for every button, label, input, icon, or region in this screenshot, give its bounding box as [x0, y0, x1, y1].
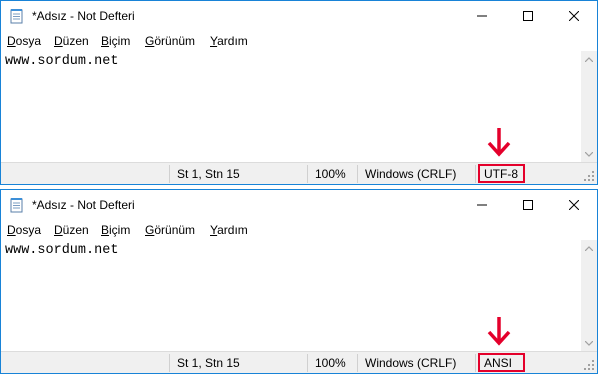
line-ending: Windows (CRLF)	[365, 356, 457, 370]
minimize-icon	[477, 204, 487, 206]
menu-label: ardım	[217, 223, 248, 237]
menu-accel: D	[7, 34, 16, 48]
status-separator	[475, 354, 476, 372]
minimize-button[interactable]	[459, 1, 505, 31]
menu-dosya[interactable]: Dosya	[7, 223, 41, 237]
red-down-arrow-icon	[487, 316, 511, 346]
maximize-icon	[523, 200, 533, 210]
menu-accel: D	[54, 223, 63, 237]
status-separator	[307, 354, 308, 372]
menu-label: osya	[15, 34, 42, 48]
minimize-icon	[477, 15, 487, 17]
menu-accel: G	[145, 223, 155, 237]
menu-bar: Dosya Düzen Biçim Görünüm Yardım	[1, 221, 597, 240]
encoding-label: ANSI	[484, 356, 513, 370]
status-separator	[357, 165, 358, 183]
scroll-down-icon[interactable]	[581, 146, 597, 162]
menu-accel: D	[54, 34, 63, 48]
maximize-icon	[523, 11, 533, 21]
line-ending: Windows (CRLF)	[365, 167, 457, 181]
close-button[interactable]	[551, 1, 597, 31]
window-title: *Adsız - Not Defteri	[32, 9, 135, 23]
encoding-label: UTF-8	[484, 167, 518, 181]
scroll-down-icon[interactable]	[581, 335, 597, 351]
status-separator	[357, 354, 358, 372]
maximize-button[interactable]	[505, 1, 551, 31]
title-bar[interactable]: *Adsız - Not Defteri	[1, 190, 597, 220]
zoom-level: 100%	[315, 356, 346, 370]
title-bar[interactable]: *Adsız - Not Defteri	[1, 1, 597, 31]
status-bar: St 1, Stn 15 100% Windows (CRLF) ANSI	[1, 351, 597, 373]
menu-label: üzen	[62, 223, 89, 237]
minimize-button[interactable]	[459, 190, 505, 220]
menu-label: ardım	[217, 34, 248, 48]
notepad-window-utf8: *Adsız - Not Defteri Dosya Düzen Biçim G…	[0, 0, 598, 185]
scroll-up-icon[interactable]	[581, 51, 597, 67]
maximize-button[interactable]	[505, 190, 551, 220]
notepad-icon	[9, 197, 25, 213]
menu-accel: B	[101, 223, 110, 237]
menu-label: osya	[15, 223, 42, 237]
status-separator	[307, 165, 308, 183]
close-button[interactable]	[551, 190, 597, 220]
menu-label: içim	[109, 223, 131, 237]
vertical-scrollbar[interactable]	[581, 51, 597, 162]
menu-label: üzen	[62, 34, 89, 48]
menu-duzen[interactable]: Düzen	[54, 223, 89, 237]
menu-accel: B	[101, 34, 110, 48]
status-separator	[169, 354, 170, 372]
menu-dosya[interactable]: Dosya	[7, 34, 41, 48]
menu-bicim[interactable]: Biçim	[101, 34, 130, 48]
status-separator	[169, 165, 170, 183]
red-down-arrow-icon	[487, 127, 511, 157]
menu-duzen[interactable]: Düzen	[54, 34, 89, 48]
vertical-scrollbar[interactable]	[581, 240, 597, 351]
cursor-position: St 1, Stn 15	[177, 356, 240, 370]
notepad-window-ansi: *Adsız - Not Defteri Dosya Düzen Biçim G…	[0, 189, 598, 374]
resize-grip-icon[interactable]	[583, 358, 595, 370]
status-bar: St 1, Stn 15 100% Windows (CRLF) UTF-8	[1, 162, 597, 184]
menu-gorunum[interactable]: Görünüm	[145, 34, 195, 48]
editor-content: www.sordum.net	[5, 54, 119, 69]
zoom-level: 100%	[315, 167, 346, 181]
menu-label: içim	[109, 34, 131, 48]
window-title: *Adsız - Not Defteri	[32, 198, 135, 212]
menu-yardim[interactable]: Yardım	[210, 223, 248, 237]
scroll-up-icon[interactable]	[581, 240, 597, 256]
menu-accel: G	[145, 34, 155, 48]
notepad-icon	[9, 8, 25, 24]
menu-accel: D	[7, 223, 16, 237]
menu-gorunum[interactable]: Görünüm	[145, 223, 195, 237]
editor-content: www.sordum.net	[5, 243, 119, 258]
menu-label: örünüm	[154, 223, 196, 237]
close-icon	[569, 200, 579, 210]
cursor-position: St 1, Stn 15	[177, 167, 240, 181]
menu-bicim[interactable]: Biçim	[101, 223, 130, 237]
status-separator	[475, 165, 476, 183]
menu-label: örünüm	[154, 34, 196, 48]
menu-yardim[interactable]: Yardım	[210, 34, 248, 48]
close-icon	[569, 11, 579, 21]
menu-bar: Dosya Düzen Biçim Görünüm Yardım	[1, 32, 597, 51]
resize-grip-icon[interactable]	[583, 169, 595, 181]
